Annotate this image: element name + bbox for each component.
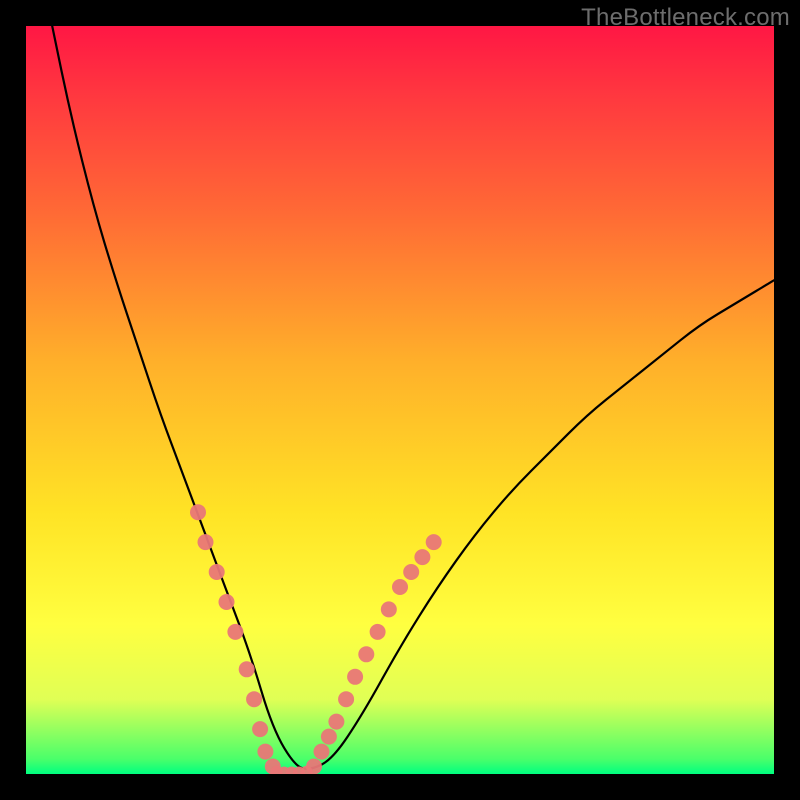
marker-dot — [414, 549, 430, 565]
markers-left-group — [190, 504, 281, 774]
marker-dot — [358, 646, 374, 662]
marker-dot — [246, 691, 262, 707]
marker-dot — [227, 624, 243, 640]
markers-bottom-group — [271, 766, 313, 774]
marker-dot — [190, 504, 206, 520]
markers-right-group — [306, 534, 442, 774]
marker-dot — [347, 669, 363, 685]
marker-dot — [314, 744, 330, 760]
marker-dot — [328, 714, 344, 730]
marker-dot — [257, 744, 273, 760]
marker-dot — [252, 721, 268, 737]
marker-dot — [321, 729, 337, 745]
chart-svg — [26, 26, 774, 774]
marker-dot — [338, 691, 354, 707]
marker-dot — [403, 564, 419, 580]
marker-dot — [370, 624, 386, 640]
marker-dot — [209, 564, 225, 580]
marker-dot — [392, 579, 408, 595]
marker-dot — [219, 594, 235, 610]
marker-dot — [426, 534, 442, 550]
marker-dot — [239, 661, 255, 677]
curve-layer — [52, 26, 774, 769]
marker-dot — [198, 534, 214, 550]
marker-dot — [381, 601, 397, 617]
v-curve — [52, 26, 774, 769]
